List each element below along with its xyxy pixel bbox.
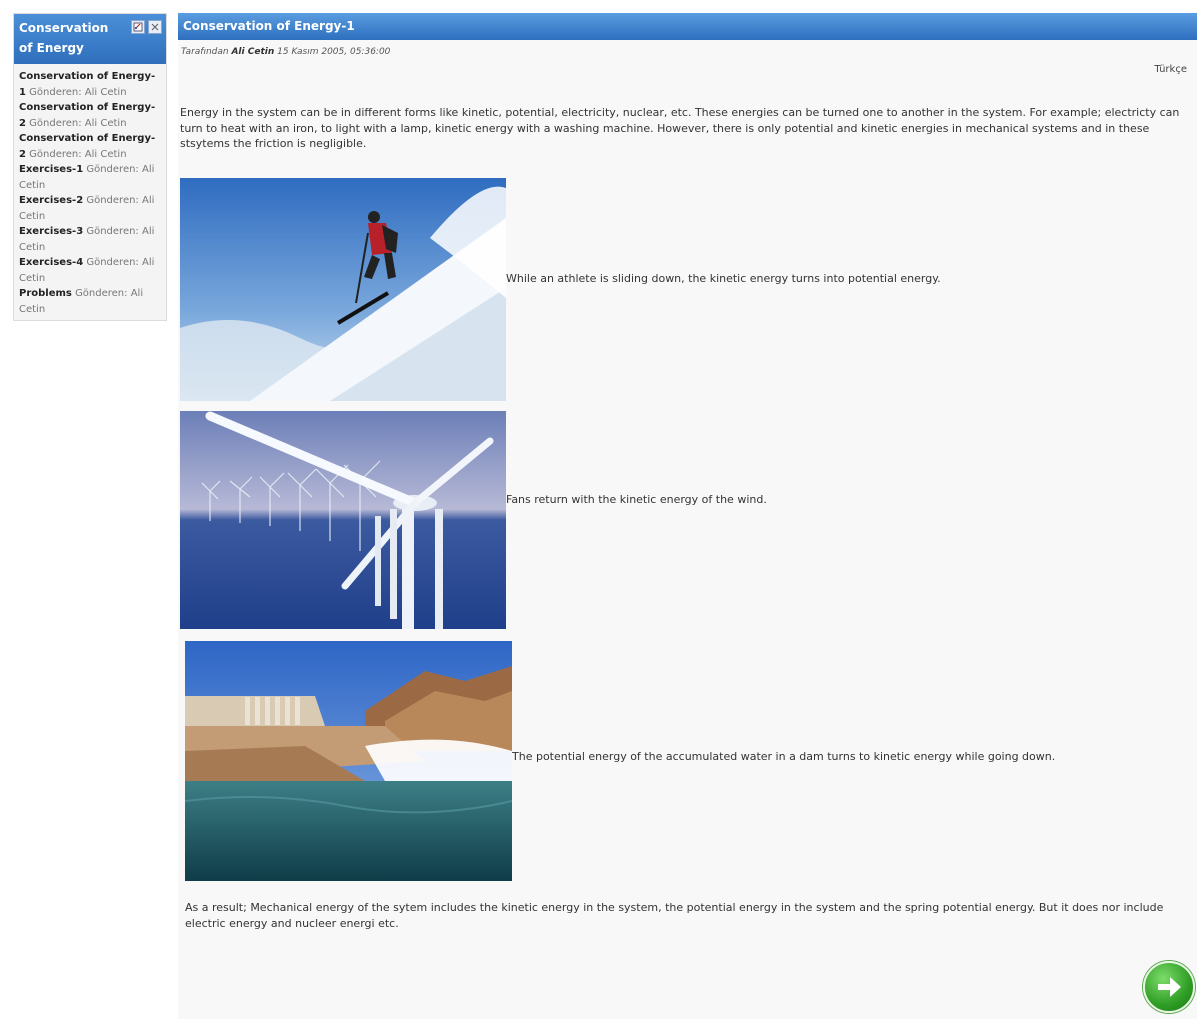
language-link[interactable]: Türkçe <box>1154 64 1187 75</box>
sidebar-item-sender: Gönderen: Ali Cetin <box>29 117 127 129</box>
sidebar-item-sender: Gönderen: Ali Cetin <box>29 148 127 160</box>
close-icon[interactable] <box>148 20 162 34</box>
byline-prefix: Tarafından <box>181 47 229 57</box>
sidebar-item-title[interactable]: Exercises-4 <box>19 257 83 268</box>
article-title: Conservation of Energy-1 <box>178 13 1197 40</box>
dam-photo <box>185 641 512 881</box>
next-button[interactable] <box>1143 961 1195 1013</box>
byline: Tarafından Ali Cetin 15 Kasım 2005, 05:3… <box>181 47 390 57</box>
conclusion-paragraph: As a result; Mechanical energy of the sy… <box>185 901 1164 930</box>
sidebar-item[interactable]: Exercises-1 Gönderen: Ali Cetin <box>19 162 161 193</box>
sidebar-item[interactable]: Conservation of Energy-2 Gönderen: Ali C… <box>19 131 161 162</box>
sidebar-item[interactable]: Exercises-3 Gönderen: Ali Cetin <box>19 224 161 255</box>
sidebar-item-title[interactable]: Problems <box>19 288 72 299</box>
sidebar-item[interactable]: Exercises-2 Gönderen: Ali Cetin <box>19 193 161 224</box>
sidebar-item[interactable]: Conservation of Energy-2 Gönderen: Ali C… <box>19 100 161 131</box>
wind-turbines-photo <box>180 411 506 629</box>
sidebar-item-title[interactable]: Exercises-3 <box>19 226 83 237</box>
sidebar-list: Conservation of Energy-1 Gönderen: Ali C… <box>14 64 166 322</box>
post-date: 15 Kasım 2005, 05:36:00 <box>277 47 391 57</box>
author-link[interactable]: Ali Cetin <box>231 47 274 57</box>
sidebar-item[interactable]: Exercises-4 Gönderen: Ali Cetin <box>19 255 161 286</box>
figure-caption: Fans return with the kinetic energy of t… <box>506 493 767 506</box>
sidebar-item[interactable]: Problems Gönderen: Ali Cetin <box>19 286 161 317</box>
sidebar-item-sender: Gönderen: Ali Cetin <box>29 86 127 98</box>
sidebar: Conservation of Energy Conservation of E… <box>13 13 167 321</box>
figure-caption: While an athlete is sliding down, the ki… <box>506 272 941 285</box>
sidebar-header: Conservation of Energy <box>14 14 166 64</box>
intro-paragraph: Energy in the system can be in different… <box>180 106 1180 150</box>
figure-caption: The potential energy of the accumulated … <box>512 750 1056 763</box>
skier-photo <box>180 178 506 401</box>
sidebar-item-title[interactable]: Exercises-2 <box>19 195 83 206</box>
sidebar-item[interactable]: Conservation of Energy-1 Gönderen: Ali C… <box>19 69 161 100</box>
article: Conservation of Energy-1 Tarafından Ali … <box>178 13 1197 1019</box>
edit-icon[interactable] <box>131 20 145 34</box>
sidebar-item-title[interactable]: Exercises-1 <box>19 164 83 175</box>
next-arrow-icon <box>1158 977 1181 997</box>
